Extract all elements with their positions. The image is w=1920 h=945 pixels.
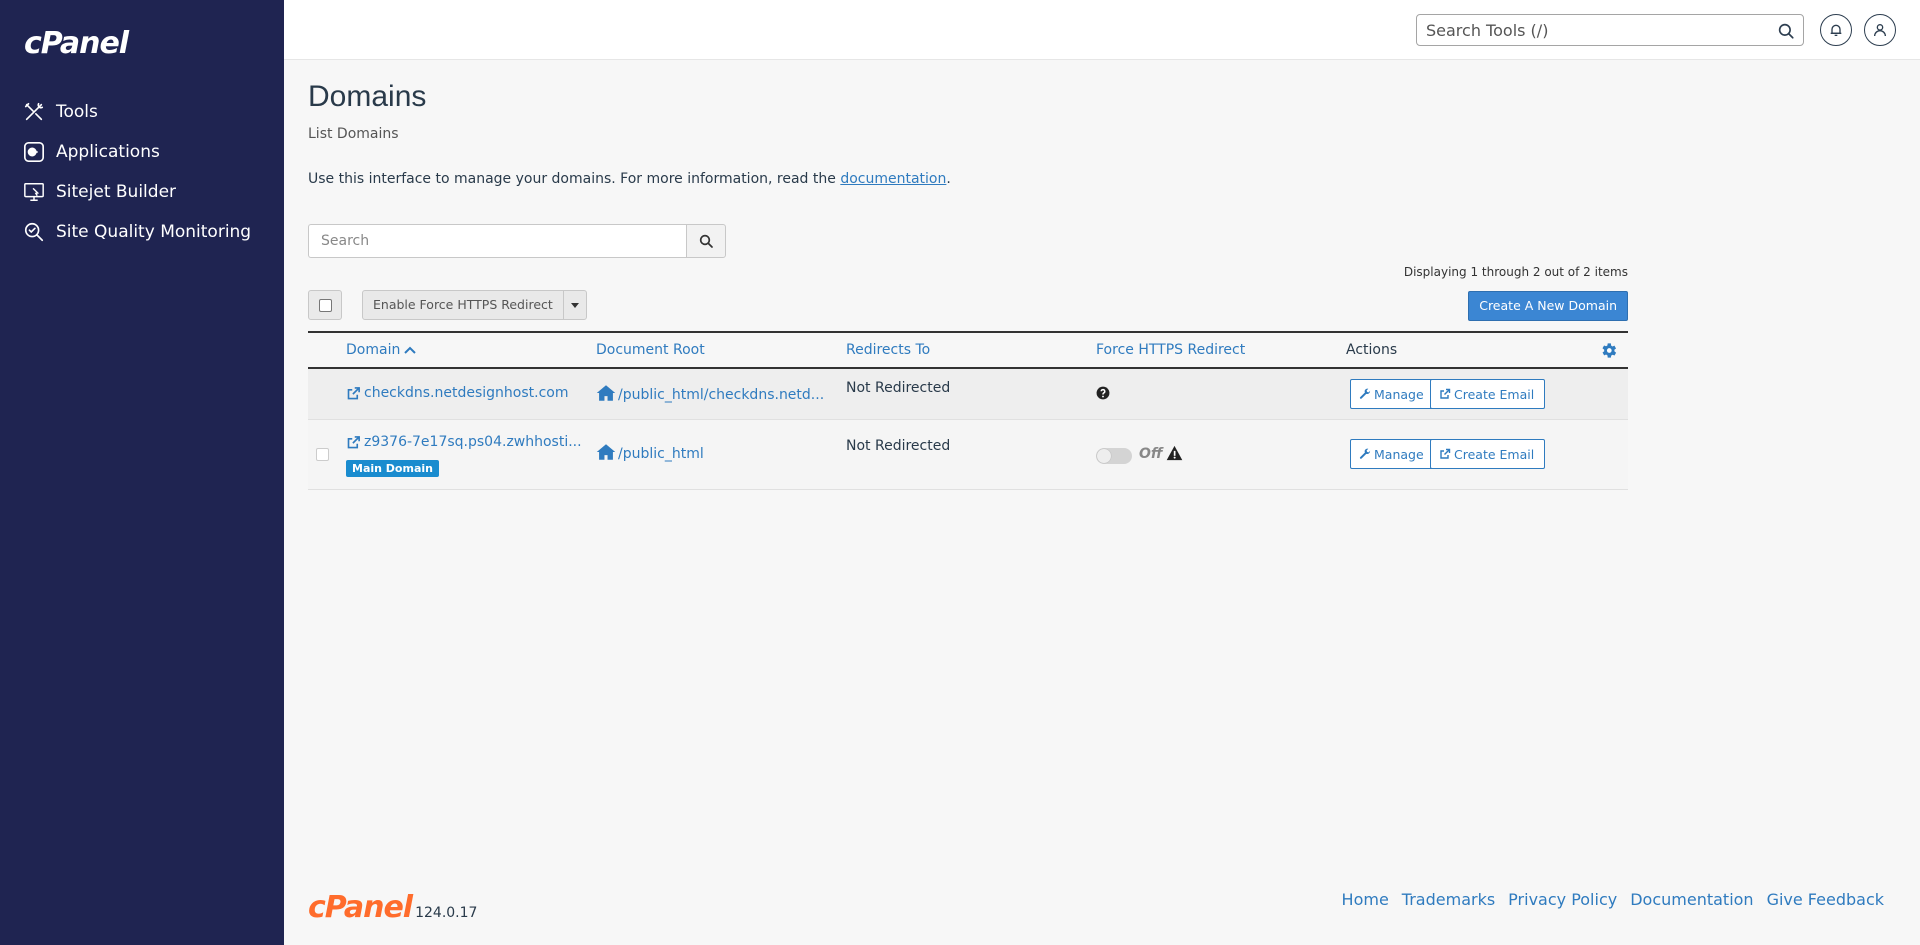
home-icon [596,384,618,406]
sort-ascending-icon [404,346,417,354]
main-domain-badge: Main Domain [346,460,439,477]
column-label: Domain [346,342,401,358]
intro-text-body: Use this interface to manage your domain… [308,171,841,187]
domain-search-button[interactable] [686,224,726,258]
table-header: Domain Document Root Redirects To Force … [308,331,1628,369]
footer-link-privacy-policy[interactable]: Privacy Policy [1508,890,1617,909]
redirects-value: Not Redirected [846,380,951,396]
bulk-action-dropdown-toggle[interactable] [564,291,586,319]
caret-down-icon [570,302,579,308]
tool-search-box [1416,14,1804,46]
toggle-state-label: Off [1139,446,1163,462]
sidebar: cPanel Tools Applications Sitejet Builde… [0,0,284,945]
create-email-button[interactable]: Create Email [1430,439,1546,469]
create-email-button[interactable]: Create Email [1430,379,1546,409]
sidebar-item-sitejet-builder[interactable]: Sitejet Builder [22,172,251,212]
row-checkbox[interactable] [316,448,329,461]
displaying-count: Displaying 1 through 2 out of 2 items [1403,265,1628,279]
table-row: z9376-7e17sq.ps04.zwhhosti... Main Domai… [308,420,1628,490]
user-menu-button[interactable] [1864,14,1896,46]
gear-icon[interactable] [1599,341,1618,360]
search-icon[interactable] [1777,22,1795,40]
domains-table: Domain Document Root Redirects To Force … [308,331,1628,490]
footer-link-home[interactable]: Home [1342,890,1389,909]
home-icon [596,443,618,465]
page-title: Domains [308,80,427,113]
user-icon [1874,24,1886,37]
footer-link-trademarks[interactable]: Trademarks [1402,890,1495,909]
wrench-icon [1359,388,1371,399]
column-document-root-header[interactable]: Document Root [596,333,705,367]
footer-links: Home Trademarks Privacy Policy Documenta… [1329,890,1884,909]
sidebar-item-label: Site Quality Monitoring [56,222,252,242]
domain-name: checkdns.netdesignhost.com [364,385,569,401]
column-domain-header[interactable]: Domain [346,333,417,367]
domain-link[interactable]: checkdns.netdesignhost.com [346,385,568,401]
footer-cpanel-logo[interactable]: cPanel [308,890,413,925]
bell-icon [1830,24,1842,36]
sidebar-item-tools[interactable]: Tools [22,92,251,132]
domain-search-input[interactable] [308,224,686,258]
column-redirects-header[interactable]: Redirects To [846,333,930,367]
external-link-icon [347,386,360,399]
document-root-path: /public_html [618,446,704,462]
search-icon [699,234,713,248]
checkbox-box [318,298,332,312]
intro-text: Use this interface to manage your domain… [308,171,951,187]
external-link-icon [1440,448,1451,459]
create-email-label: Create Email [1454,446,1535,462]
external-link-icon [347,435,360,448]
document-root-link[interactable]: /public_html [596,443,704,465]
sidebar-item-label: Sitejet Builder [56,182,177,202]
sidebar-item-label: Tools [56,102,98,122]
footer-link-give-feedback[interactable]: Give Feedback [1767,890,1884,909]
sidebar-item-applications[interactable]: Applications [22,132,251,172]
top-bar [284,0,1920,60]
intro-text-end: . [946,171,951,187]
question-circle-icon[interactable] [1096,386,1110,400]
applications-icon [22,140,46,164]
column-actions-header: Actions [1346,342,1398,358]
documentation-link[interactable]: documentation [840,171,946,187]
create-email-label: Create Email [1454,386,1535,402]
tools-icon [22,100,46,124]
domain-search [308,224,728,258]
document-root-link[interactable]: /public_html/checkdns.netd... [596,384,824,406]
external-link-icon [1440,388,1451,399]
manage-button[interactable]: Manage [1350,439,1435,469]
manage-label: Manage [1374,446,1424,462]
page-subtitle: List Domains [308,126,399,142]
notifications-button[interactable] [1820,14,1852,46]
bulk-action-group: Enable Force HTTPS Redirect [362,290,587,320]
create-new-domain-button[interactable]: Create A New Domain [1468,291,1628,321]
domain-link[interactable]: z9376-7e17sq.ps04.zwhhosti... [346,434,582,450]
version-number: 124.0.17 [415,905,478,921]
sidebar-item-site-quality-monitoring[interactable]: Site Quality Monitoring [22,212,251,252]
table-row: checkdns.netdesignhost.com /public_html/… [308,369,1628,420]
footer-brand: cPanel 124.0.17 [308,890,477,925]
force-https-toggle[interactable] [1096,448,1132,464]
column-force-https-header[interactable]: Force HTTPS Redirect [1096,333,1245,367]
redirects-value: Not Redirected [846,438,951,454]
cpanel-logo[interactable]: cPanel [24,26,129,61]
footer-link-documentation[interactable]: Documentation [1630,890,1753,909]
manage-label: Manage [1374,386,1424,402]
document-root-path: /public_html/checkdns.netd... [618,387,825,403]
select-all-checkbox[interactable] [308,290,342,320]
sidebar-nav: Tools Applications Sitejet Builder Site … [22,92,251,252]
site-quality-icon [22,220,46,244]
manage-button[interactable]: Manage [1350,379,1435,409]
wrench-icon [1359,448,1371,459]
search-tools-input[interactable] [1417,15,1803,45]
enable-force-https-button[interactable]: Enable Force HTTPS Redirect [363,291,564,319]
sitejet-icon [22,180,46,204]
domain-name: z9376-7e17sq.ps04.zwhhosti... [364,434,582,450]
warning-icon[interactable] [1166,445,1183,461]
sidebar-item-label: Applications [56,142,160,162]
